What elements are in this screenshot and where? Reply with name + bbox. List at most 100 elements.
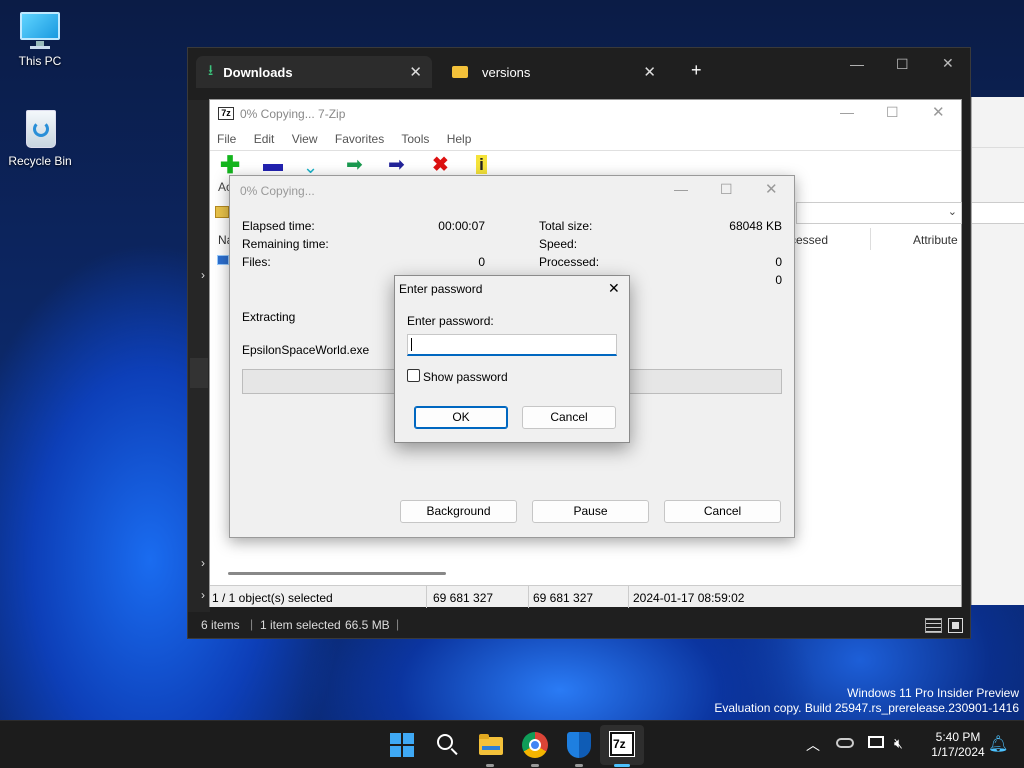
clock-time: 5:40 PM — [935, 730, 981, 744]
chevron-right-icon[interactable]: › — [201, 268, 205, 282]
chevron-right-icon[interactable]: › — [201, 588, 205, 602]
remaining-time-label: Remaining time: — [242, 237, 329, 251]
tab-close-button[interactable]: ✕ — [643, 63, 656, 81]
horizontal-scrollbar[interactable] — [228, 572, 446, 575]
compressed-value: 0 — [775, 273, 782, 287]
tab-close-button[interactable]: ✕ — [409, 63, 422, 81]
total-size-value: 68048 KB — [729, 219, 782, 233]
current-file-label: EpsilonSpaceWorld.exe — [242, 343, 370, 357]
file-explorer-icon[interactable] — [478, 732, 504, 758]
chevron-down-icon[interactable]: ⌄ — [948, 205, 957, 218]
files-value: 0 — [478, 255, 485, 269]
pause-button[interactable]: Pause — [532, 500, 649, 523]
close-button[interactable]: ✕ — [608, 280, 620, 297]
taskbar: 7z ︿ 🔇︎ 5:40 PM 1/17/2024 🔔︎ — [0, 720, 1024, 768]
7zip-icon[interactable]: 7z — [610, 732, 634, 756]
new-tab-button[interactable]: + — [691, 60, 702, 81]
text-cursor — [411, 338, 412, 351]
maximize-button[interactable]: ☐ — [720, 181, 733, 198]
desktop-icon-this-pc[interactable]: This PC — [2, 10, 78, 68]
menu-view[interactable]: View — [292, 132, 318, 146]
chevron-up-icon[interactable]: ︿ — [806, 735, 820, 755]
enter-password-dialog: Enter password ✕ Enter password: Show pa… — [394, 275, 630, 443]
windows-start-icon[interactable] — [390, 733, 414, 757]
extract-icon[interactable] — [263, 164, 283, 171]
notification-bell-icon[interactable]: 🔔︎ — [988, 734, 1008, 754]
background-window — [971, 97, 1024, 605]
minimize-button[interactable]: — — [840, 104, 854, 120]
chevron-right-icon[interactable]: › — [201, 556, 205, 570]
tab-label: versions — [482, 64, 531, 80]
status-modified: 2024-01-17 08:59:02 — [633, 591, 745, 605]
tiles-view-icon[interactable] — [948, 618, 963, 633]
elapsed-time-value: 00:00:07 — [438, 219, 485, 233]
minimize-button[interactable]: — — [850, 56, 864, 72]
cancel-button[interactable]: Cancel — [522, 406, 616, 429]
window-title: 0% Copying... 7-Zip — [240, 107, 346, 121]
menu-edit[interactable]: Edit — [254, 132, 275, 146]
desktop-icon-label: Recycle Bin — [8, 154, 72, 168]
cancel-button[interactable]: Cancel — [664, 500, 781, 523]
dialog-title: 0% Copying... — [240, 184, 315, 198]
tab-label: Downloads — [223, 64, 293, 80]
close-button[interactable]: ✕ — [765, 180, 778, 198]
address-bar[interactable]: ⌄ — [796, 202, 962, 224]
move-icon[interactable]: ➡ — [388, 155, 405, 175]
ok-button[interactable]: OK — [414, 406, 508, 429]
status-packed: 69 681 327 — [533, 591, 594, 605]
monitor-icon — [18, 10, 62, 50]
clock-date: 1/17/2024 — [931, 745, 985, 759]
chrome-icon[interactable] — [522, 732, 548, 758]
maximize-button[interactable]: ☐ — [896, 56, 909, 73]
test-icon[interactable]: ⌄ — [303, 158, 318, 176]
7zip-app-icon: 7z — [218, 107, 234, 120]
column-attributes[interactable]: Attribute — [913, 233, 958, 247]
minimize-button[interactable]: — — [674, 181, 688, 197]
search-icon[interactable] — [436, 732, 462, 758]
processed-value: 0 — [775, 255, 782, 269]
info-icon[interactable]: i — [476, 155, 487, 174]
up-folder-icon[interactable] — [215, 206, 229, 218]
elapsed-time-label: Elapsed time: — [242, 219, 315, 233]
speed-label: Speed: — [539, 237, 578, 251]
operation-label: Extracting — [242, 310, 296, 324]
files-label: Files: — [242, 255, 271, 269]
tab-versions[interactable]: versions ✕ — [440, 56, 666, 88]
item-count: 6 items — [201, 618, 240, 632]
menu-favorites[interactable]: Favorites — [335, 132, 384, 146]
menu-tools[interactable]: Tools — [401, 132, 429, 146]
menu-help[interactable]: Help — [447, 132, 472, 146]
nav-pane: › › › — [188, 100, 210, 612]
details-view-icon[interactable] — [925, 618, 942, 633]
maximize-button[interactable]: ☐ — [886, 104, 899, 121]
password-prompt-label: Enter password: — [407, 314, 494, 328]
add-icon[interactable]: ✚ — [220, 154, 240, 178]
explorer-status-bar: 6 items | 1 item selected 66.5 MB | — [188, 612, 970, 638]
menu-file[interactable]: File — [217, 132, 236, 146]
desktop-icon-label: This PC — [18, 54, 62, 68]
sevenzip-status-bar: 1 / 1 object(s) selected 69 681 327 69 6… — [210, 585, 961, 608]
defender-icon[interactable] — [566, 731, 592, 758]
file-row-icon — [217, 255, 229, 265]
show-password-label[interactable]: Show password — [423, 370, 508, 384]
network-icon[interactable] — [868, 736, 884, 748]
background-button[interactable]: Background — [400, 500, 517, 523]
close-button[interactable]: ✕ — [942, 55, 954, 72]
password-input[interactable] — [407, 334, 617, 356]
total-size-label: Total size: — [539, 219, 593, 233]
desktop-icon-recycle-bin[interactable]: Recycle Bin — [2, 106, 78, 168]
status-selected: 1 / 1 object(s) selected — [212, 591, 333, 605]
delete-icon[interactable]: ✖ — [432, 155, 449, 175]
onedrive-icon[interactable] — [836, 738, 854, 748]
download-icon: ⭳ — [208, 61, 214, 79]
tab-downloads[interactable]: ⭳ Downloads ✕ — [196, 56, 432, 88]
copy-icon[interactable]: ➡ — [346, 155, 363, 175]
recycle-bin-icon — [22, 106, 58, 150]
close-button[interactable]: ✕ — [932, 103, 945, 121]
menu-bar: File Edit View Favorites Tools Help — [217, 132, 485, 146]
dialog-title: Enter password — [399, 282, 483, 296]
volume-muted-icon[interactable]: 🔇︎ — [894, 735, 903, 752]
show-password-checkbox[interactable] — [407, 369, 420, 382]
clock[interactable]: 5:40 PM 1/17/2024 — [918, 730, 998, 760]
windows-watermark: Windows 11 Pro Insider Preview Evaluatio… — [714, 686, 1019, 715]
